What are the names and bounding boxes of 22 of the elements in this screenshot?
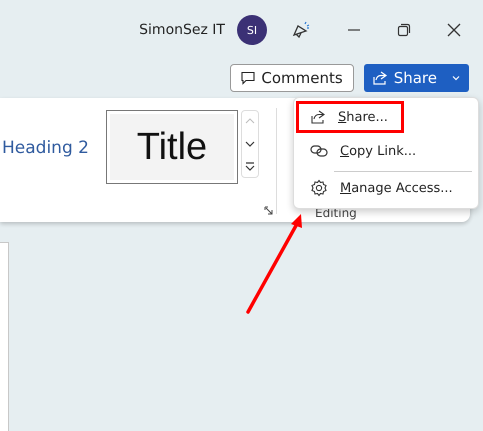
- chevron-down-icon[interactable]: [451, 73, 461, 83]
- close-icon[interactable]: [447, 23, 461, 37]
- megaphone-icon[interactable]: [291, 20, 311, 40]
- menu-item-label: Share...: [338, 110, 388, 124]
- style-option[interactable]: Heading 2: [2, 138, 106, 158]
- style-option[interactable]: Title: [106, 110, 238, 184]
- share-button[interactable]: Share: [364, 64, 469, 92]
- gear-icon: [310, 179, 328, 197]
- user-name: SimonSez IT: [139, 22, 225, 38]
- menu-item-label: Manage Access...: [340, 180, 453, 196]
- menu-item[interactable]: Share...: [296, 101, 404, 133]
- share-icon: [310, 109, 326, 125]
- comments-button[interactable]: Comments: [230, 64, 354, 92]
- share-label: Share: [394, 69, 437, 87]
- dialog-launcher-icon[interactable]: [264, 206, 274, 216]
- avatar[interactable]: SI: [237, 15, 267, 45]
- share-icon: [372, 70, 388, 86]
- menu-item-label: Copy Link...: [340, 144, 416, 158]
- comment-icon: [241, 71, 256, 85]
- menu-item[interactable]: Manage Access...: [296, 172, 476, 204]
- link-icon: [310, 143, 328, 159]
- restore-icon[interactable]: [397, 23, 411, 37]
